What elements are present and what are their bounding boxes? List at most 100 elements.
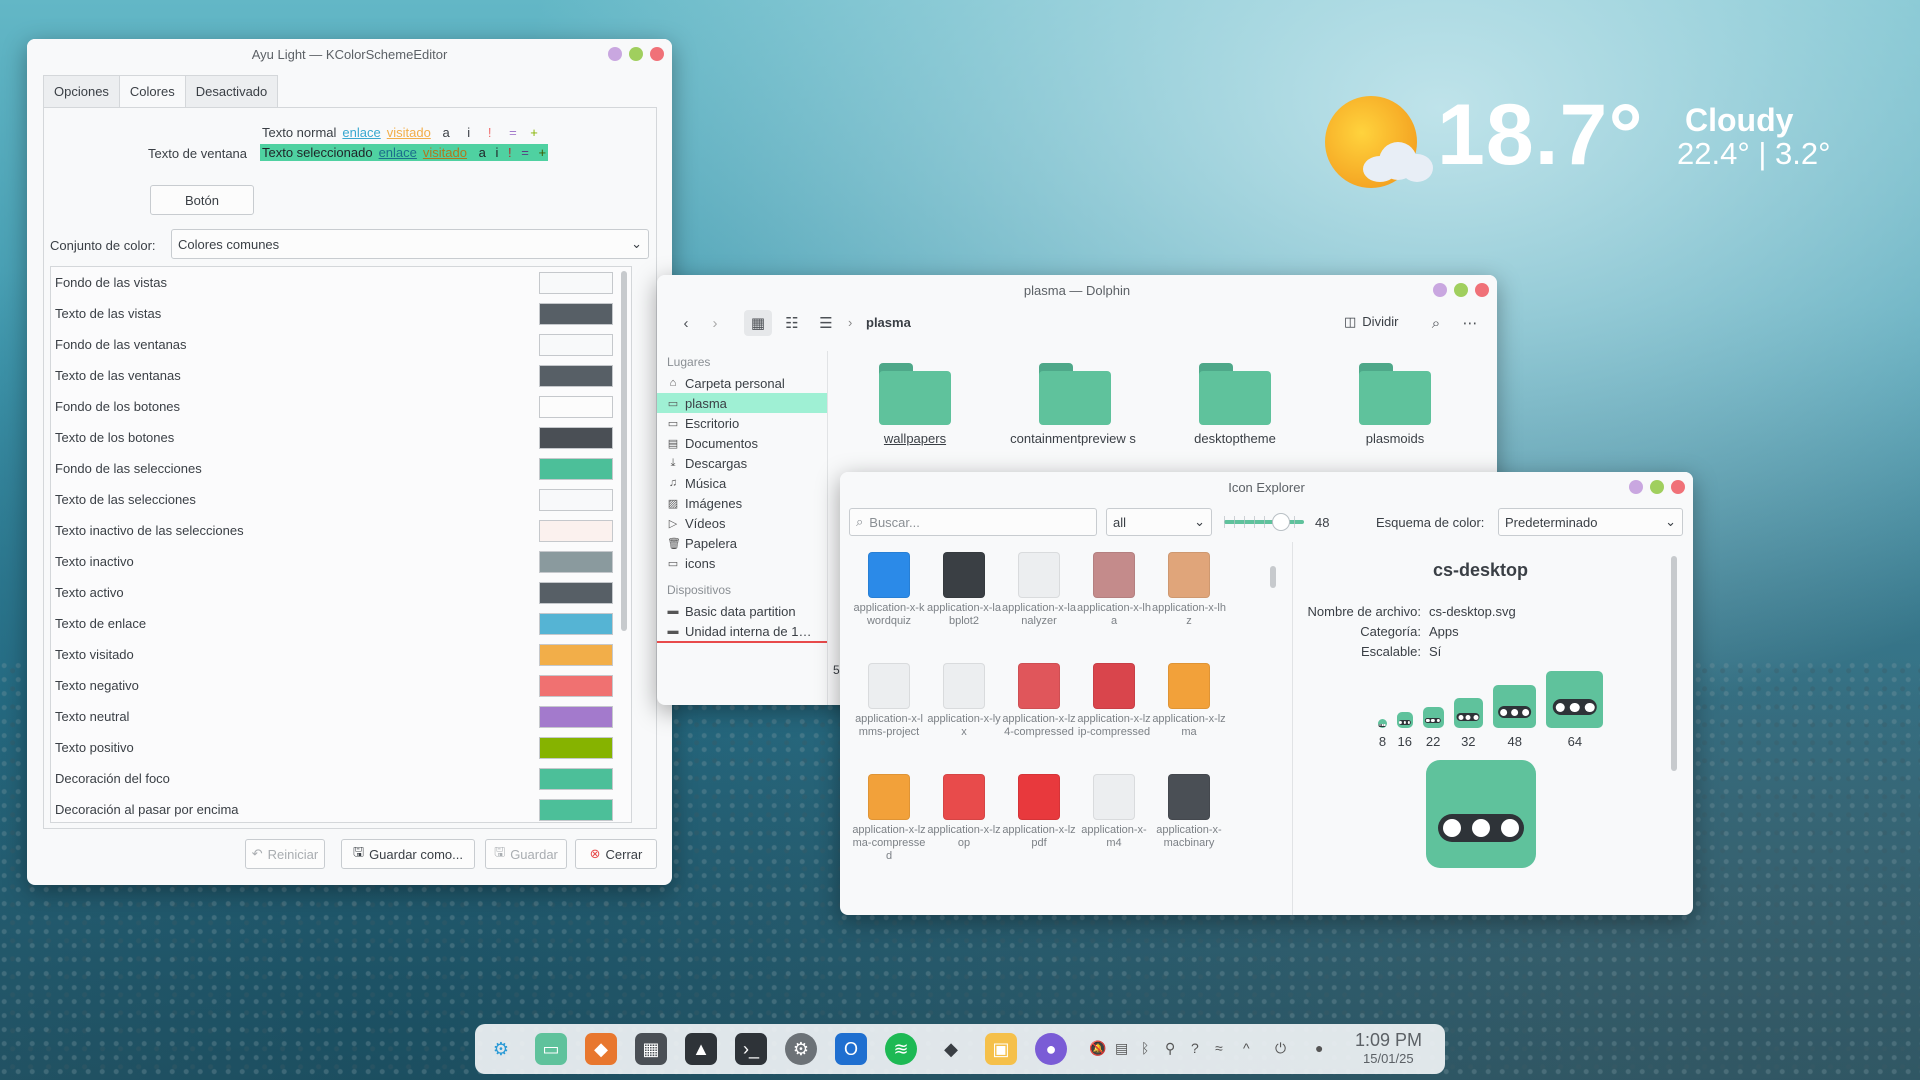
package-icon[interactable]: ▣ xyxy=(985,1033,1017,1065)
place-item[interactable]: ⌂ Carpeta personal xyxy=(657,373,827,393)
maximize-button[interactable] xyxy=(1454,283,1468,297)
scrollbar[interactable] xyxy=(1671,556,1677,771)
color-swatch-button[interactable] xyxy=(539,550,613,573)
slider-handle[interactable] xyxy=(1272,513,1290,531)
bluetooth-icon[interactable]: ᛒ xyxy=(1141,1040,1149,1056)
icon-grid-item[interactable]: application-x-lzop xyxy=(927,774,1001,850)
inkscape-icon[interactable]: ◆ xyxy=(935,1033,967,1065)
window-titlebar[interactable]: Icon Explorer xyxy=(840,472,1693,502)
icon-grid-item[interactable]: application-x-lzip-compressed xyxy=(1077,663,1151,739)
color-swatch-button[interactable] xyxy=(539,426,613,449)
color-swatch-button[interactable] xyxy=(539,643,613,666)
close-window-button[interactable] xyxy=(1671,480,1685,494)
filter-dropdown[interactable]: all ⌄ xyxy=(1106,508,1212,536)
maximize-button[interactable] xyxy=(1650,480,1664,494)
place-item[interactable]: ⤓ Descargas xyxy=(657,453,827,473)
color-swatch-button[interactable] xyxy=(539,612,613,635)
color-swatch-button[interactable] xyxy=(539,395,613,418)
color-scheme-dropdown[interactable]: Predeterminado ⌄ xyxy=(1498,508,1683,536)
forward-icon[interactable]: › xyxy=(701,310,729,336)
apps-grid-icon[interactable]: ▦ xyxy=(635,1033,667,1065)
help-icon[interactable]: ? xyxy=(1191,1040,1199,1056)
power-icon[interactable]: ⏻ xyxy=(1275,1040,1286,1057)
icon-grid-item[interactable]: application-x-lhz xyxy=(1152,552,1226,628)
search-icon[interactable]: ⌕ xyxy=(1422,310,1450,336)
color-swatch-button[interactable] xyxy=(539,364,613,387)
close-window-button[interactable] xyxy=(1475,283,1489,297)
clock-time[interactable]: 1:09 PM xyxy=(1355,1030,1422,1051)
icon-grid-item[interactable]: application-x-lz4-compressed xyxy=(1002,663,1076,739)
size-slider[interactable] xyxy=(1224,513,1304,531)
place-item[interactable]: ▭ Escritorio xyxy=(657,413,827,433)
spotify-icon[interactable]: ≋ xyxy=(885,1033,917,1065)
place-item[interactable]: ▭ plasma xyxy=(657,393,827,413)
kde-launcher-icon[interactable]: ⚙ xyxy=(485,1033,517,1065)
folder-item[interactable]: desktoptheme xyxy=(1170,363,1300,446)
tab-desactivado[interactable]: Desactivado xyxy=(184,75,279,108)
details-view-icon[interactable]: ☰ xyxy=(812,310,840,336)
color-swatch-button[interactable] xyxy=(539,333,613,356)
color-swatch-button[interactable] xyxy=(539,271,613,294)
place-item[interactable]: ▤ Documentos xyxy=(657,433,827,453)
save-as-button[interactable]: 🖫 Guardar como... xyxy=(341,839,475,869)
minimize-button[interactable] xyxy=(1433,283,1447,297)
place-item[interactable]: 🗑 Papelera xyxy=(657,533,827,553)
color-swatch-button[interactable] xyxy=(539,457,613,480)
icon-grid-item[interactable]: application-x-lmms-project xyxy=(852,663,926,739)
window-titlebar[interactable]: Ayu Light — KColorSchemeEditor xyxy=(27,39,672,69)
maximize-button[interactable] xyxy=(629,47,643,61)
place-item[interactable]: ♫ Música xyxy=(657,473,827,493)
icon-grid-item[interactable]: application-x-lha xyxy=(1077,552,1151,628)
icon-grid-item[interactable]: application-x-lanalyzer xyxy=(1002,552,1076,628)
scrollbar[interactable] xyxy=(1270,566,1276,588)
compact-view-icon[interactable]: ☷ xyxy=(778,310,806,336)
wifi-icon[interactable]: ≈ xyxy=(1215,1040,1223,1056)
color-swatch-button[interactable] xyxy=(539,581,613,604)
icon-grid-item[interactable]: application-x-labplot2 xyxy=(927,552,1001,628)
window-titlebar[interactable]: plasma — Dolphin xyxy=(657,275,1497,305)
breadcrumb[interactable]: plasma xyxy=(866,315,911,330)
water-drop-icon[interactable]: ● xyxy=(1315,1040,1323,1056)
menu-icon[interactable]: ⋯ xyxy=(1456,310,1484,336)
color-swatch-button[interactable] xyxy=(539,798,613,821)
color-swatch-button[interactable] xyxy=(539,302,613,325)
color-swatch-button[interactable] xyxy=(539,488,613,511)
place-item[interactable]: ▭ icons xyxy=(657,553,827,573)
notifications-off-icon[interactable]: 🔕 xyxy=(1089,1040,1106,1057)
back-icon[interactable]: ‹ xyxy=(672,310,700,336)
place-item[interactable]: ▨ Imágenes xyxy=(657,493,827,513)
search-input[interactable]: ⌕ Buscar... xyxy=(849,508,1097,536)
tab-colores[interactable]: Colores xyxy=(118,75,186,108)
icon-grid-item[interactable]: application-x-lzma-compressed xyxy=(852,774,926,863)
location-icon[interactable]: ⚲ xyxy=(1165,1040,1175,1057)
folder-item[interactable]: containmentpreview s xyxy=(1010,363,1140,446)
color-set-dropdown[interactable]: Colores comunes ⌄ xyxy=(171,229,649,259)
tab-opciones[interactable]: Opciones xyxy=(43,75,120,108)
color-swatch-button[interactable] xyxy=(539,674,613,697)
minimize-button[interactable] xyxy=(1629,480,1643,494)
icon-grid-item[interactable]: application-x-lzpdf xyxy=(1002,774,1076,850)
image-viewer-icon[interactable]: ▲ xyxy=(685,1033,717,1065)
folder-item[interactable]: wallpapers xyxy=(850,363,980,446)
color-swatch-button[interactable] xyxy=(539,736,613,759)
split-button[interactable]: ◫ Dividir xyxy=(1344,314,1398,330)
minimize-button[interactable] xyxy=(608,47,622,61)
save-button[interactable]: 🖫 Guardar xyxy=(485,839,567,869)
close-window-button[interactable] xyxy=(650,47,664,61)
firefox-icon[interactable]: ● xyxy=(1035,1033,1067,1065)
gitlab-icon[interactable]: ◆ xyxy=(585,1033,617,1065)
clock-date[interactable]: 15/01/25 xyxy=(1363,1051,1414,1066)
terminal-icon[interactable]: ›_ xyxy=(735,1033,767,1065)
icon-grid-item[interactable]: application-x-macbinary xyxy=(1152,774,1226,850)
expand-tray-icon[interactable]: ^ xyxy=(1243,1040,1250,1056)
icon-grid-item[interactable]: application-x-m4 xyxy=(1077,774,1151,850)
icon-grid-item[interactable]: application-x-kwordquiz xyxy=(852,552,926,628)
icons-view-icon[interactable]: ▦ xyxy=(744,310,772,336)
icon-grid-item[interactable]: application-x-lyx xyxy=(927,663,1001,739)
settings-icon[interactable]: ⚙ xyxy=(785,1033,817,1065)
icon-grid-item[interactable]: application-x-lzma xyxy=(1152,663,1226,739)
reset-button[interactable]: ↶ Reiniciar xyxy=(245,839,325,869)
device-item[interactable]: ▬ Unidad interna de 1… xyxy=(657,621,827,643)
outlook-icon[interactable]: O xyxy=(835,1033,867,1065)
preview-button[interactable]: Botón xyxy=(150,185,254,215)
